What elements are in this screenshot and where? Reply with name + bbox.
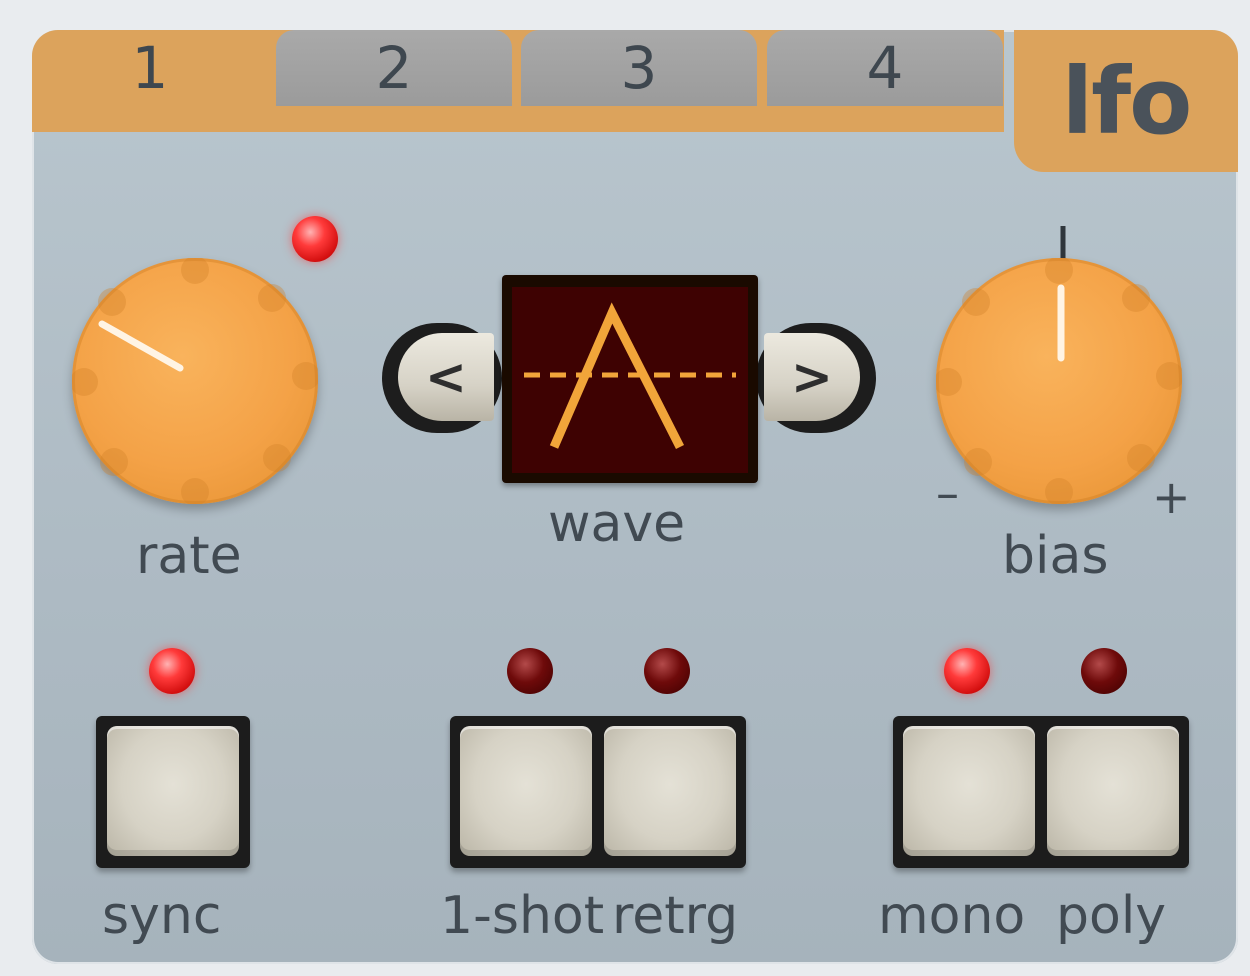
mono-poly-frame [893,716,1189,868]
one-shot-led [507,648,553,694]
sync-led [149,648,195,694]
retrig-button[interactable] [604,726,736,856]
sync-label: sync [102,886,222,946]
poly-button[interactable] [1047,726,1179,856]
one-shot-button[interactable] [460,726,592,856]
rate-knob-graphic [72,258,318,504]
tab-1-label: 1 [131,34,169,102]
tab-1[interactable]: 1 [32,30,268,106]
one-shot-label: 1-shot [440,886,605,946]
oneshot-retrig-frame [450,716,746,868]
retrig-led [644,648,690,694]
tab-2[interactable]: 2 [276,30,512,106]
rate-knob-pointer [98,320,184,372]
rate-label: rate [136,526,242,586]
mono-button[interactable] [903,726,1035,856]
poly-led [1081,648,1127,694]
mono-led [944,648,990,694]
bias-max-label: + [1152,470,1191,524]
bias-knob[interactable] [936,258,1182,504]
rate-led [292,216,338,262]
lfo-panel: 1 2 3 4 lfo rate < > wave – + bias sync … [32,30,1238,964]
sync-button-frame [96,716,250,868]
tab-4-label: 4 [866,34,904,102]
wave-display [502,275,758,483]
wave-screen [512,287,748,473]
section-title-text: lfo [1061,47,1193,155]
section-title-lfo: lfo [1014,30,1238,172]
rate-knob[interactable] [72,258,318,504]
triangle-wave-icon [524,302,736,450]
wave-label: wave [548,494,686,554]
tab-2-label: 2 [375,34,413,102]
bias-min-label: – [936,466,959,520]
poly-label: poly [1056,886,1167,946]
retrig-label: retrg [612,886,739,946]
wave-prev-label: < [425,348,467,406]
sync-button[interactable] [107,726,239,856]
wave-next-label: > [791,348,833,406]
wave-prev-button[interactable]: < [382,323,502,433]
mono-label: mono [878,886,1026,946]
tab-3[interactable]: 3 [521,30,757,106]
tab-3-label: 3 [620,34,658,102]
bias-label: bias [1002,526,1109,586]
wave-next-button[interactable]: > [756,323,876,433]
tab-4[interactable]: 4 [767,30,1003,106]
bias-knob-graphic [936,258,1182,504]
